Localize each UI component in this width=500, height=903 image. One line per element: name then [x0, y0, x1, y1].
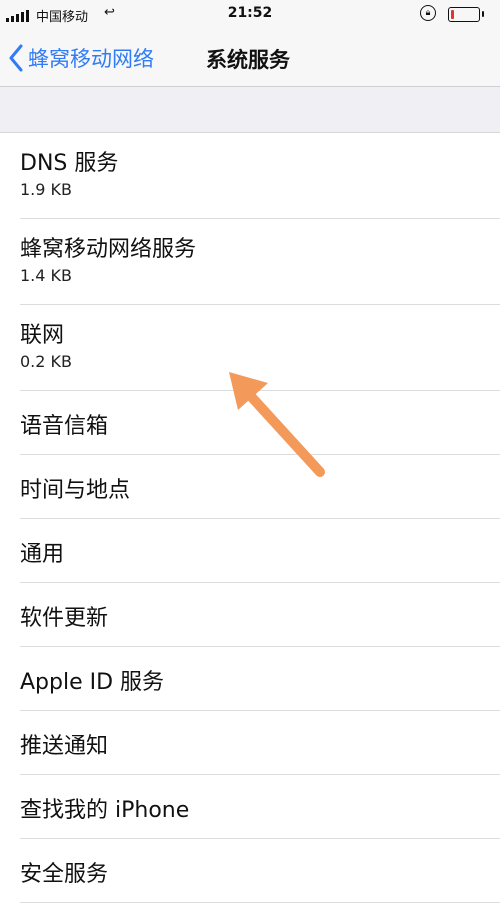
list-item-title: 语音信箱 [20, 414, 109, 439]
list-item-title: 蜂窝移动网络服务 [20, 237, 197, 262]
status-bar: 中国移动 ↩︎ 21:52 🔒︎ [0, 0, 500, 30]
system-services-list: DNS 服务 1.9 KB 蜂窝移动网络服务 1.4 KB 联网 0.2 KB 语音信箱时间… [0, 133, 500, 903]
section-spacer [0, 87, 500, 133]
list-item[interactable]: 查找我的 iPhone [0, 775, 500, 839]
list-item[interactable]: 软件更新 [0, 583, 500, 647]
list-item[interactable]: 语音信箱 [0, 391, 500, 455]
list-item-title: 查找我的 iPhone [20, 798, 190, 823]
chevron-left-icon [9, 44, 23, 72]
battery-cap [482, 11, 484, 17]
list-item-title: 通用 [20, 542, 65, 567]
navigation-bar: 蜂窝移动网络 系统服务 [0, 30, 500, 87]
list-item[interactable]: 安全服务 [0, 839, 500, 903]
list-item[interactable]: 通用 [0, 519, 500, 583]
list-item[interactable]: 推送通知 [0, 711, 500, 775]
back-button[interactable]: 蜂窝移动网络 [8, 40, 154, 76]
page-title: 系统服务 [206, 48, 290, 72]
list-item-title: 安全服务 [20, 862, 109, 887]
list-item[interactable]: DNS 服务 1.9 KB [0, 133, 500, 219]
list-item[interactable]: 联网 0.2 KB [0, 305, 500, 391]
rotation-lock-icon: 🔒︎ [420, 5, 436, 21]
list-item[interactable]: 时间与地点 [0, 455, 500, 519]
battery-icon [448, 7, 480, 22]
list-item-title: Apple ID 服务 [20, 670, 165, 695]
list-item-title: 推送通知 [20, 734, 109, 759]
list-item-title: DNS 服务 [20, 151, 119, 176]
list-item[interactable]: Apple ID 服务 [0, 647, 500, 711]
list-item[interactable]: 蜂窝移动网络服务 1.4 KB [0, 219, 500, 305]
back-label: 蜂窝移动网络 [28, 47, 154, 71]
list-item-detail: 1.4 KB [20, 266, 72, 285]
list-item-detail: 1.9 KB [20, 180, 72, 199]
list-item-detail: 0.2 KB [20, 352, 72, 371]
list-item-title: 联网 [20, 323, 65, 348]
list-item-title: 时间与地点 [20, 478, 131, 503]
list-item-title: 软件更新 [20, 606, 109, 631]
battery-level [451, 10, 454, 19]
